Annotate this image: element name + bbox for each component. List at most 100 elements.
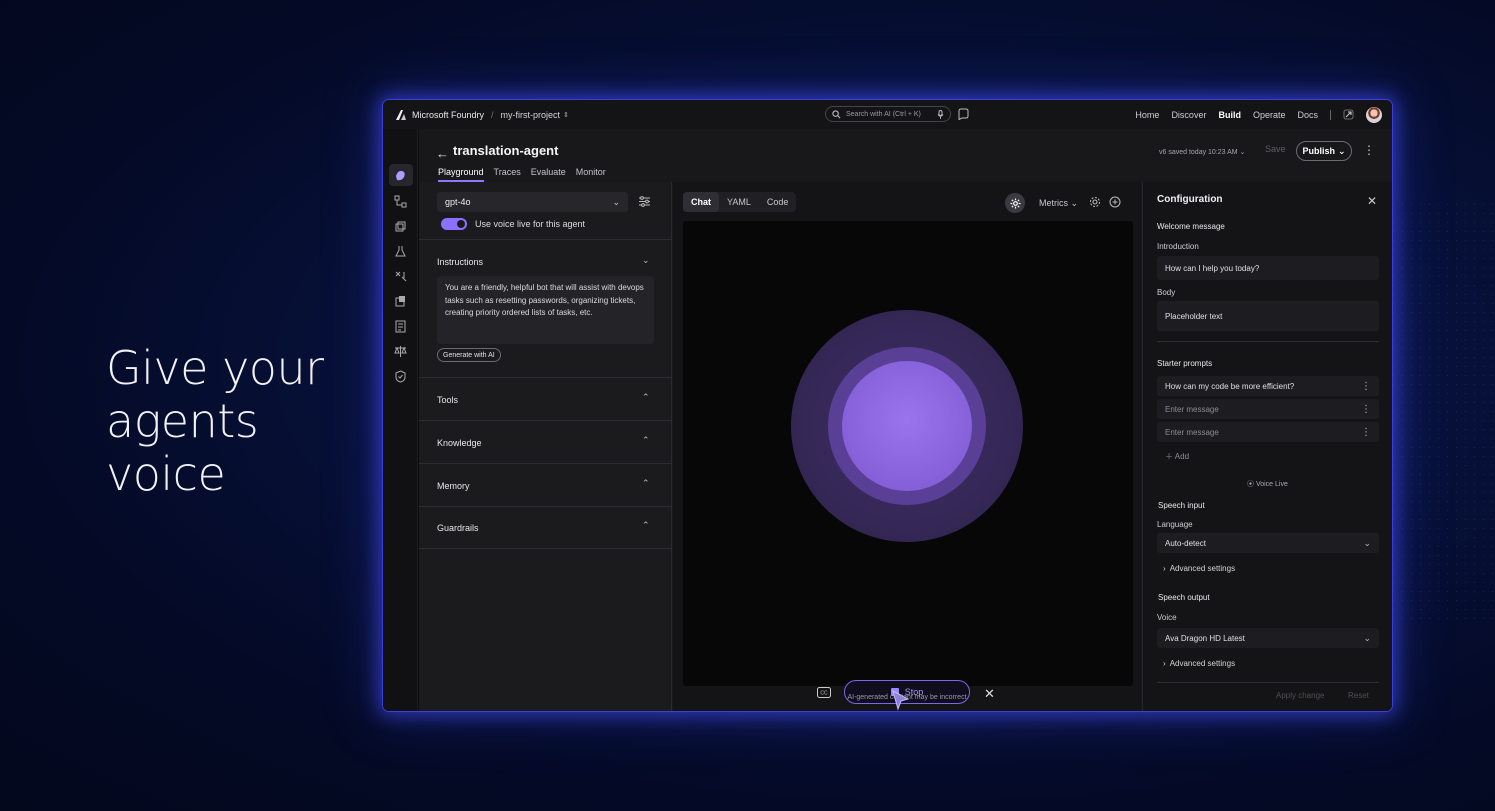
model-select[interactable]: gpt-4o ⌄ [437, 192, 628, 212]
nav-discover[interactable]: Discover [1171, 110, 1206, 120]
nav-operate[interactable]: Operate [1253, 110, 1286, 120]
nav-home[interactable]: Home [1135, 110, 1159, 120]
workflow-icon[interactable] [394, 195, 407, 208]
introduction-label: Introduction [1157, 242, 1199, 251]
new-chat-icon[interactable] [1109, 196, 1121, 208]
close-panel-icon[interactable]: ✕ [1367, 194, 1377, 208]
language-select[interactable]: Auto-detect ⌄ [1157, 533, 1379, 553]
voice-settings-button[interactable] [1005, 193, 1025, 213]
starter-prompts-title: Starter prompts [1157, 359, 1213, 368]
reset-button[interactable]: Reset [1348, 691, 1369, 700]
tab-evaluate[interactable]: Evaluate [531, 167, 566, 182]
knowledge-icon[interactable] [394, 295, 407, 308]
copilot-icon[interactable] [957, 108, 969, 120]
agents-icon[interactable] [394, 169, 407, 182]
search-placeholder: Search with AI (Ctrl + K) [846, 110, 921, 118]
left-rail [383, 129, 418, 711]
tab-playground[interactable]: Playground [438, 167, 484, 182]
voice-select[interactable]: Ava Dragon HD Latest ⌄ [1157, 628, 1379, 648]
nav-build[interactable]: Build [1218, 110, 1241, 120]
back-arrow-icon[interactable]: ← [436, 146, 449, 161]
advanced-settings-label: Advanced settings [1169, 659, 1236, 668]
shield-icon[interactable] [394, 370, 407, 383]
chevron-right-icon: › [1163, 659, 1166, 668]
chevron-up-icon[interactable]: ⌃ [642, 520, 650, 531]
tab-yaml[interactable]: YAML [719, 192, 759, 212]
apply-change-button[interactable]: Apply change [1276, 691, 1324, 700]
top-nav: Home Discover Build Operate Docs [1135, 100, 1382, 129]
section-tools[interactable]: Tools [437, 395, 458, 405]
chevron-up-icon[interactable]: ⌃ [642, 478, 650, 489]
metrics-label: Metrics [1039, 198, 1068, 208]
section-knowledge[interactable]: Knowledge [437, 438, 482, 448]
chevron-up-icon[interactable]: ⌃ [642, 392, 650, 403]
document-icon[interactable] [394, 320, 407, 333]
introduction-field[interactable]: How can I help you today? [1157, 256, 1379, 280]
metrics-dropdown[interactable]: Metrics ⌄ [1039, 198, 1078, 209]
more-options-icon[interactable]: ⋮ [1361, 381, 1371, 392]
hero-line-1: Give your [106, 341, 324, 395]
body-field[interactable]: Placeholder text [1157, 301, 1379, 331]
share-icon[interactable] [1343, 109, 1354, 120]
models-icon[interactable] [394, 220, 407, 233]
save-button[interactable]: Save [1265, 144, 1286, 154]
version-status[interactable]: v6 saved today 10:23 AM ⌄ [1159, 148, 1245, 156]
tools-icon[interactable] [394, 270, 407, 283]
more-options-icon[interactable]: ⋮ [1361, 427, 1371, 438]
tab-traces[interactable]: Traces [494, 167, 521, 182]
foundry-logo-icon [396, 109, 406, 120]
chevron-down-icon[interactable]: ⌄ [642, 255, 650, 266]
chevron-up-icon[interactable]: ⌃ [642, 435, 650, 446]
section-guardrails[interactable]: Guardrails [437, 523, 479, 533]
agent-title: translation-agent [453, 143, 559, 158]
tab-code[interactable]: Code [759, 192, 797, 212]
search-input[interactable]: Search with AI (Ctrl + K) [825, 106, 951, 122]
advanced-settings-output[interactable]: › Advanced settings [1163, 659, 1235, 668]
hero-line-2: agents voice [106, 394, 259, 501]
microphone-icon[interactable] [937, 109, 944, 119]
generate-with-ai-button[interactable]: Generate with AI [437, 348, 501, 362]
instructions-textarea[interactable]: You are a friendly, helpful bot that wil… [437, 276, 654, 344]
nav-docs[interactable]: Docs [1297, 110, 1318, 120]
voice-live-label: Voice Live [1255, 481, 1288, 488]
breadcrumb-separator: / [491, 109, 494, 120]
add-prompt-button[interactable]: ＋ Add [1165, 451, 1189, 462]
tab-monitor[interactable]: Monitor [576, 167, 606, 182]
advanced-settings-input[interactable]: › Advanced settings [1163, 564, 1235, 573]
main-area: ← translation-agent Playground Traces Ev… [419, 129, 1392, 711]
divider [1157, 682, 1379, 683]
starter-prompt-3[interactable]: Enter message ⋮ [1157, 422, 1379, 442]
speech-output-title: Speech output [1158, 593, 1210, 602]
more-options-icon[interactable]: ⋮ [1363, 143, 1375, 157]
settings-gear-icon[interactable] [1089, 196, 1101, 208]
hero-headline: Give your agents voice [106, 342, 366, 501]
divider [419, 548, 672, 549]
starter-prompt-2[interactable]: Enter message ⋮ [1157, 399, 1379, 419]
user-avatar[interactable] [1366, 106, 1382, 123]
brand-name[interactable]: Microsoft Foundry [412, 110, 484, 120]
project-name: my-first-project [500, 109, 561, 120]
section-memory[interactable]: Memory [437, 481, 470, 491]
nav-divider [1330, 109, 1331, 120]
chevron-down-icon: ⌄ [1363, 632, 1371, 643]
language-value: Auto-detect [1165, 538, 1206, 548]
divider [419, 420, 672, 421]
publish-button[interactable]: Publish ⌄ [1296, 141, 1352, 161]
divider [419, 239, 672, 240]
voice-live-toggle[interactable] [441, 218, 467, 230]
divider [419, 463, 672, 464]
tab-chat[interactable]: Chat [683, 192, 719, 212]
starter-prompt-1[interactable]: How can my code be more efficient? ⋮ [1157, 376, 1379, 396]
saved-status-text: v6 saved today 10:23 AM [1159, 149, 1238, 156]
more-options-icon[interactable]: ⋮ [1361, 404, 1371, 415]
flask-icon[interactable] [394, 245, 407, 258]
advanced-settings-label: Advanced settings [1169, 564, 1236, 573]
divider [1157, 341, 1379, 342]
evaluation-icon[interactable] [394, 345, 407, 358]
add-label: Add [1174, 452, 1190, 461]
model-settings-icon[interactable] [638, 195, 651, 208]
speech-input-title: Speech input [1158, 501, 1205, 510]
voice-stage: CC Stop ✕ [683, 221, 1133, 711]
chevron-down-icon: ⌄ [1363, 537, 1371, 548]
project-selector[interactable]: my-first-project ⇕ [501, 110, 569, 120]
